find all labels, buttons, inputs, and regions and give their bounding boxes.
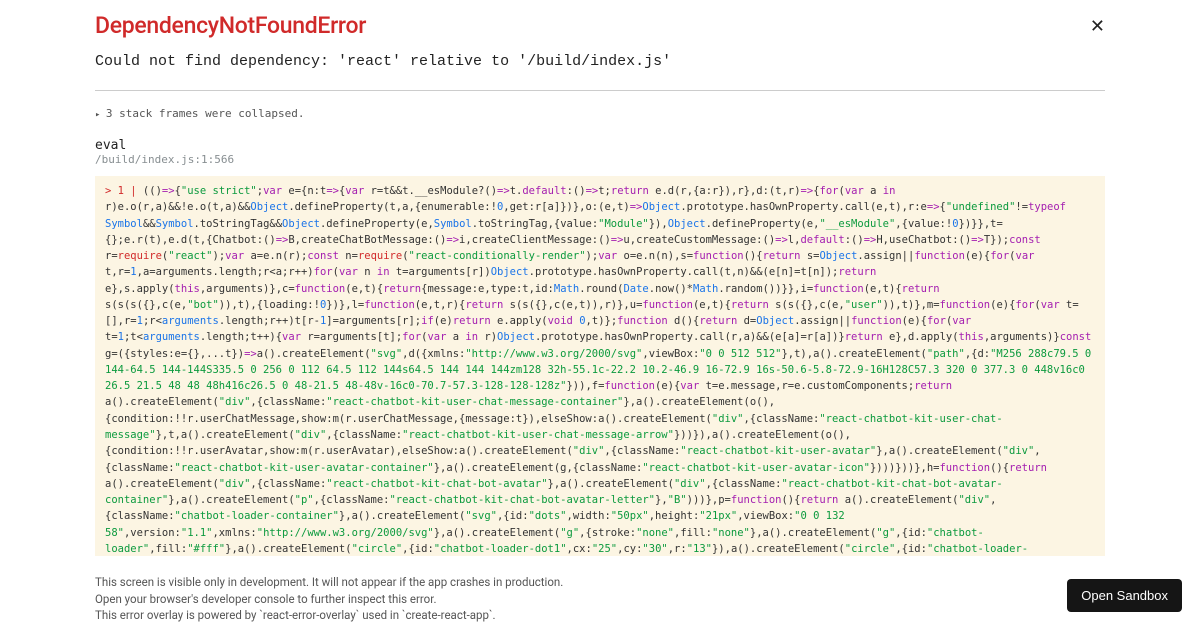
footer-line: This error overlay is powered by `react-… [95,607,1105,624]
open-sandbox-button[interactable]: Open Sandbox [1067,579,1182,612]
error-message: Could not find dependency: 'react' relat… [95,53,1105,70]
error-overlay: DependencyNotFoundError ✕ Could not find… [0,0,1200,556]
divider [95,90,1105,91]
source-code-block: > 1 | (()=>{"use strict";var e={n:t=>{va… [95,176,1105,556]
error-title: DependencyNotFoundError [95,12,366,39]
stack-frame-name: eval [95,138,1105,153]
collapsed-stack-toggle[interactable]: 3 stack frames were collapsed. [95,107,1105,120]
stack-frame-location: /build/index.js:1:566 [95,153,1105,166]
footer-notice: This screen is visible only in developme… [0,570,1200,630]
footer-line: Open your browser's developer console to… [95,591,1105,608]
footer-line: This screen is visible only in developme… [95,574,1105,591]
close-icon[interactable]: ✕ [1090,16,1105,37]
